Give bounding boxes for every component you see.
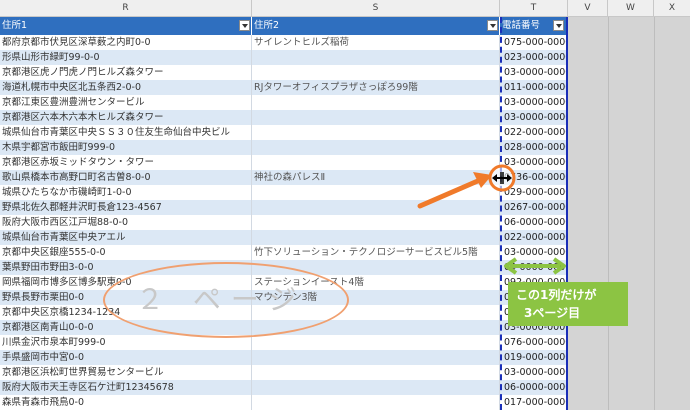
green-double-arrow-icon bbox=[504, 257, 566, 275]
page-3-note: この1列だけが 3ページ目 bbox=[508, 282, 628, 326]
annotation-overlay bbox=[417, 164, 566, 275]
note-line-2: 3ページ目 bbox=[524, 306, 581, 320]
orange-arrow-icon bbox=[417, 172, 492, 209]
spreadsheet: R S T V W X 住所1 住所2 電話番号 都府京都市伏見区深草薮之内町0… bbox=[0, 0, 690, 410]
note-line-1: この1列だけが bbox=[516, 288, 597, 302]
